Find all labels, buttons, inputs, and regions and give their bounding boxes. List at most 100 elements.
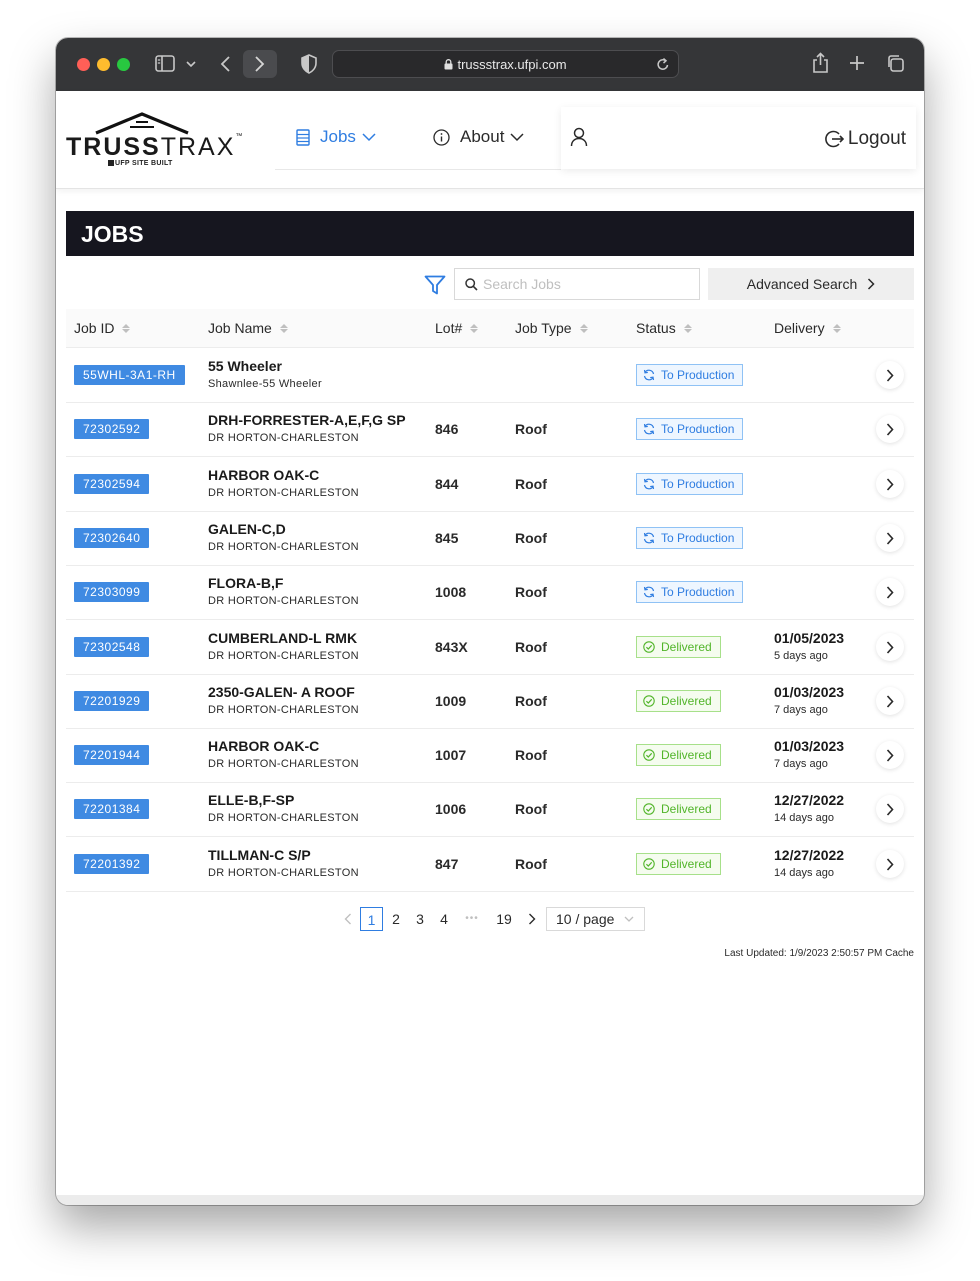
row-open-button[interactable] [876,415,904,443]
chevron-down-icon[interactable] [186,60,196,68]
sync-icon [643,369,655,381]
next-page-icon[interactable] [528,913,536,925]
filter-icon[interactable] [424,275,446,295]
job-id-tag[interactable]: 72201392 [74,854,150,874]
browser-window: trussstrax.ufpi.com TRUSSTRAX™ UFP SITE … [56,38,924,1205]
check-circle-icon [643,858,655,870]
row-open-button[interactable] [876,633,904,661]
sort-icon[interactable] [683,323,692,333]
page-19-button[interactable]: 19 [491,907,517,931]
status-badge: To Production [636,473,744,495]
column-header-job-id[interactable]: Job ID [74,320,131,336]
job-customer: DR HORTON-CHARLESTON [208,704,359,716]
page-4-button[interactable]: 4 [434,907,454,931]
lot-number: 844 [435,476,459,492]
row-open-button[interactable] [876,361,904,389]
lot-number: 847 [435,856,459,872]
job-customer: DR HORTON-CHARLESTON [208,650,359,662]
job-type: Roof [515,584,547,600]
job-id-tag[interactable]: 72302594 [74,474,150,494]
status-label: To Production [661,477,735,491]
check-circle-icon [643,695,655,707]
table-row[interactable]: 72201944 HARBOR OAK-C DR HORTON-CHARLESTON… [66,728,914,783]
new-tab-plus-icon[interactable] [849,55,865,71]
job-name: ELLE-B,F-SP [208,792,295,808]
row-open-button[interactable] [876,741,904,769]
page-jump-ellipsis[interactable]: ••• [459,907,485,931]
job-type: Roof [515,856,547,872]
column-header-job-name[interactable]: Job Name [208,320,288,336]
row-open-button[interactable] [876,687,904,715]
column-header-lot[interactable]: Lot# [435,320,479,336]
shield-icon[interactable] [301,54,317,74]
sort-icon[interactable] [579,323,588,333]
job-id-tag[interactable]: 72201944 [74,745,150,765]
nav-jobs[interactable]: Jobs [296,127,376,147]
table-row[interactable]: 72201929 2350-GALEN- A ROOF DR HORTON-CHAR… [66,674,914,729]
minimize-window-button[interactable] [97,58,110,71]
delivery-relative: 14 days ago [774,867,834,879]
job-id-tag[interactable]: 72302592 [74,419,150,439]
page-2-button[interactable]: 2 [386,907,406,931]
forward-button[interactable] [243,50,277,78]
job-id-tag[interactable]: 72201929 [74,691,150,711]
row-open-button[interactable] [876,795,904,823]
nav-about[interactable]: About [433,127,524,147]
column-header-delivery[interactable]: Delivery [774,320,841,336]
row-open-button[interactable] [876,524,904,552]
sort-icon[interactable] [832,323,841,333]
job-customer: Shawnlee-55 Wheeler [208,378,322,390]
close-window-button[interactable] [77,58,90,71]
row-open-button[interactable] [876,470,904,498]
job-name: CUMBERLAND-L RMK [208,630,358,646]
advanced-search-button[interactable]: Advanced Search [708,268,914,300]
trusstrax-logo[interactable]: TRUSSTRAX™ UFP SITE BUILT [66,111,242,171]
sort-icon[interactable] [122,323,131,333]
status-label: To Production [661,531,735,545]
row-open-button[interactable] [876,578,904,606]
table-row[interactable]: 55WHL-3A1-RH 55 Wheeler Shawnlee-55 Wheele… [66,348,914,403]
job-id-tag[interactable]: 72303099 [74,582,150,602]
row-open-button[interactable] [876,850,904,878]
column-header-job-type[interactable]: Job Type [515,320,588,336]
reload-icon[interactable] [656,57,670,72]
job-id-tag[interactable]: 72201384 [74,799,150,819]
page-3-button[interactable]: 3 [410,907,430,931]
status-badge: To Production [636,527,744,549]
chevron-right-icon [886,694,894,708]
sidebar-toggle-icon[interactable] [155,55,175,72]
logout-button[interactable]: Logout [824,128,906,150]
back-arrow-icon[interactable] [219,55,231,73]
status-badge: To Production [636,581,744,603]
table-row[interactable]: 72201392 TILLMAN-C S/P DR HORTON-CHARLESTO… [66,837,914,892]
address-bar[interactable]: trussstrax.ufpi.com [332,50,679,78]
lot-number: 1009 [435,693,467,709]
job-id-tag[interactable]: 72302548 [74,637,150,657]
user-icon[interactable] [570,127,588,147]
table-row[interactable]: 72302592 DRH-FORRESTER-A,E,F,G SP DR HORTO… [66,402,914,457]
column-header-status[interactable]: Status [636,320,692,336]
table-row[interactable]: 72303099 FLORA-B,F DR HORTON-CHARLESTON 100… [66,565,914,620]
delivery-date: 01/03/2023 [774,684,845,700]
job-name: GALEN-C,D [208,521,286,537]
job-id-tag[interactable]: 55WHL-3A1-RH [74,365,185,385]
nav-jobs-label: Jobs [320,127,356,146]
page-1-button[interactable]: 1 [360,907,383,931]
job-customer: DR HORTON-CHARLESTON [208,595,359,607]
chevron-right-icon [886,477,894,491]
sort-icon[interactable] [279,323,288,333]
column-label: Job Name [208,320,272,336]
job-id-tag[interactable]: 72302640 [74,528,150,548]
table-row[interactable]: 72302640 GALEN-C,D DR HORTON-CHARLESTON 845… [66,511,914,566]
page-size-select[interactable]: 10 / page [546,907,645,931]
tab-overview-icon[interactable] [886,54,905,73]
table-row[interactable]: 72302548 CUMBERLAND-L RMK DR HORTON-CHARLE… [66,620,914,675]
table-row[interactable]: 72201384 ELLE-B,F-SP DR HORTON-CHARLESTON 1… [66,782,914,837]
table-row[interactable]: 72302594 HARBOR OAK-C DR HORTON-CHARLESTON… [66,457,914,512]
sort-icon[interactable] [470,323,479,333]
share-icon[interactable] [812,52,829,74]
prev-page-icon[interactable] [344,913,352,925]
ufp-mark-icon [108,160,114,166]
search-input[interactable] [483,269,693,299]
zoom-window-button[interactable] [117,58,130,71]
